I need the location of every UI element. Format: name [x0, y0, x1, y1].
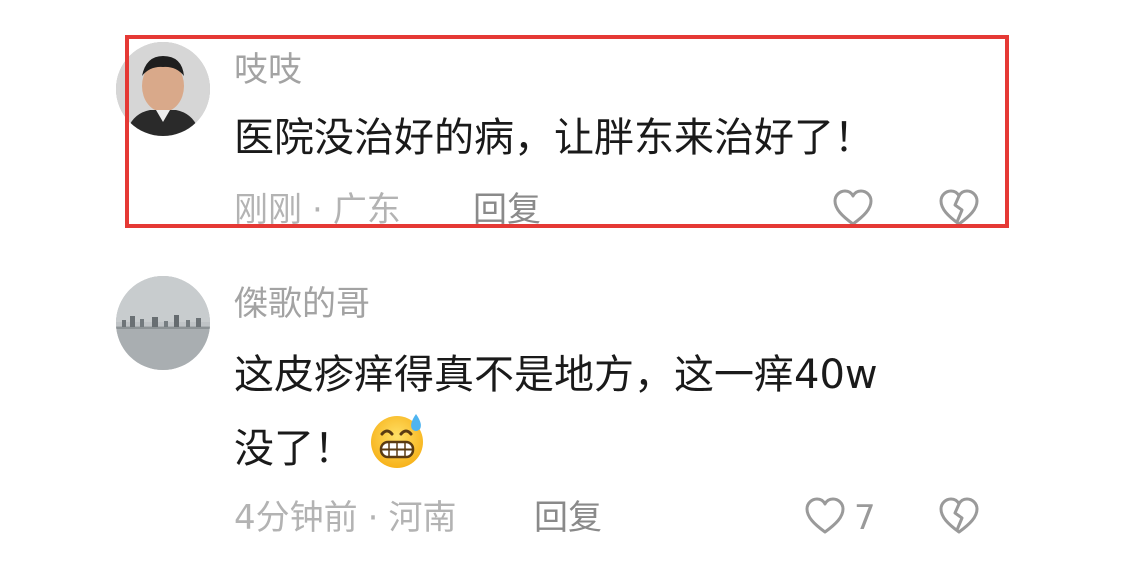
- comment-text: 医院没治好的病，让胖东来治好了！: [234, 115, 874, 161]
- comment-text-line: 没了！: [234, 412, 994, 490]
- like-button[interactable]: [804, 496, 846, 540]
- username[interactable]: 傑歌的哥: [234, 284, 370, 324]
- like-count: 7: [854, 498, 876, 538]
- comment-text-line: 这皮疹痒得真不是地方，这一痒40w: [234, 352, 878, 398]
- comment-time: 刚刚: [234, 190, 302, 230]
- reply-button[interactable]: 回复: [473, 190, 541, 230]
- comment-text: 这皮疹痒得真不是地方，这一痒40w 没了！: [234, 342, 994, 490]
- grinning-sweat-emoji: [368, 412, 426, 490]
- comment-location: 河南: [388, 498, 457, 538]
- avatar[interactable]: [116, 42, 210, 136]
- comment-location: 广东: [332, 190, 401, 230]
- avatar-image: [116, 276, 210, 370]
- meta-separator: ·: [312, 190, 323, 230]
- comment-meta: 4分钟前 · 河南: [234, 498, 456, 538]
- like-button[interactable]: [832, 188, 874, 232]
- avatar-image: [116, 42, 210, 136]
- avatar[interactable]: [116, 276, 210, 370]
- broken-heart-icon: [939, 189, 979, 226]
- heart-outline-icon: [805, 497, 845, 534]
- comment-item: 吱吱 医院没治好的病，让胖东来治好了！ 刚刚 · 广东 回复: [0, 0, 1125, 240]
- meta-separator: ·: [367, 498, 379, 538]
- heart-outline-icon: [833, 189, 873, 226]
- grinning-sweat-icon: [371, 414, 423, 468]
- dislike-button[interactable]: [938, 188, 980, 232]
- broken-heart-icon: [939, 497, 979, 534]
- comment-meta: 刚刚 · 广东: [234, 190, 401, 230]
- comment-time: 4分钟前: [234, 498, 358, 538]
- comment-item: 傑歌的哥 这皮疹痒得真不是地方，这一痒40w 没了！ 4分钟前 · 河南 回复 …: [0, 240, 1125, 567]
- dislike-button[interactable]: [938, 496, 980, 540]
- reply-button[interactable]: 回复: [534, 498, 602, 538]
- comment-text-line-2: 没了！: [234, 426, 354, 472]
- username[interactable]: 吱吱: [234, 50, 302, 90]
